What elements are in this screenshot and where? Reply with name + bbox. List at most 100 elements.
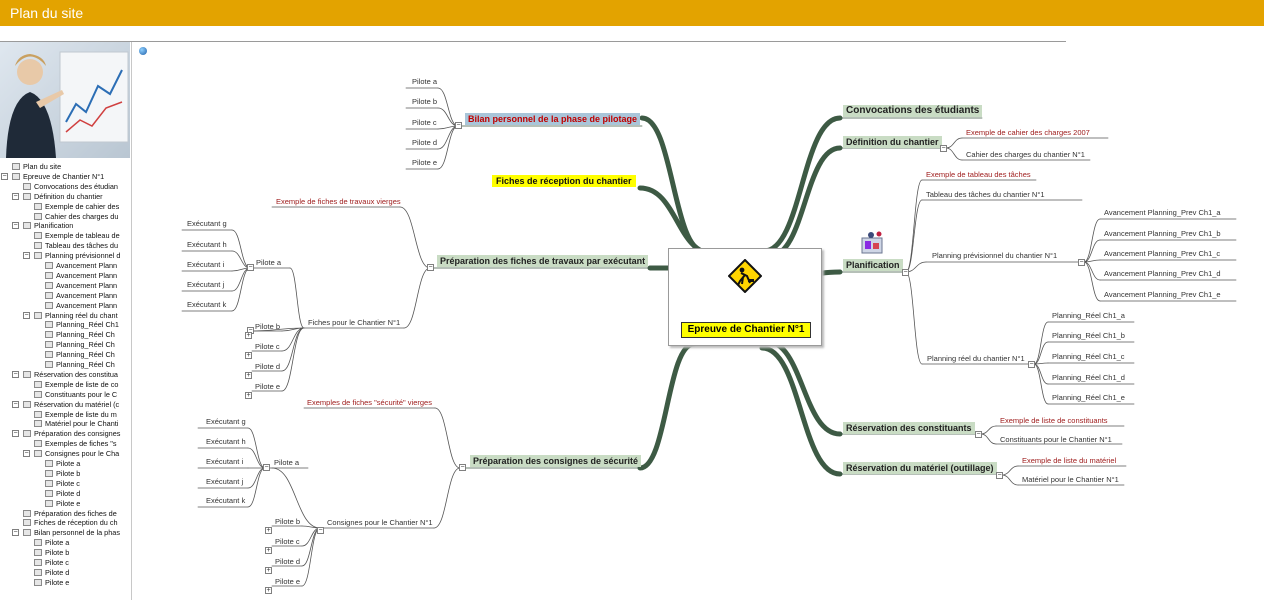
connector: [437, 87, 459, 127]
expand-icon[interactable]: +: [245, 332, 252, 339]
node-avancement[interactable]: Avancement Planning_Prev Ch1_b: [1104, 229, 1221, 239]
collapse-icon[interactable]: −: [247, 264, 254, 271]
node-constituants[interactable]: Réservation des constituants: [843, 422, 975, 434]
node-executant[interactable]: Exécutant g: [206, 417, 246, 427]
node-planning-reel-item[interactable]: Planning_Réel Ch1_a: [1052, 311, 1125, 321]
node-prep-consignes-example[interactable]: Exemples de fiches "sécurité" vierges: [307, 398, 432, 408]
node-prep-consignes-pilote[interactable]: Pilote e: [275, 577, 300, 587]
node-executant[interactable]: Exécutant j: [206, 477, 243, 487]
node-definition[interactable]: Définition du chantier: [843, 136, 942, 148]
connector: [231, 267, 251, 292]
node-prep-fiches-sub[interactable]: Fiches pour le Chantier N°1: [308, 318, 400, 328]
node-planning-reel[interactable]: Planning réel du chantier N°1: [927, 354, 1025, 364]
connector: [759, 345, 843, 477]
node-prep-fiches[interactable]: Préparation des fiches de travaux par ex…: [437, 255, 649, 267]
collapse-icon[interactable]: −: [940, 145, 947, 152]
node-avancement[interactable]: Avancement Planning_Prev Ch1_e: [1104, 290, 1221, 300]
node-prep-consignes-pilote[interactable]: Pilote d: [275, 557, 300, 567]
collapse-icon[interactable]: −: [1028, 361, 1035, 368]
node-constituants-example[interactable]: Exemple de liste de constituants: [1000, 416, 1108, 426]
connector: [247, 467, 266, 489]
node-executant[interactable]: Exécutant i: [187, 260, 224, 270]
node-definition-sub[interactable]: Cahier des charges du chantier N°1: [966, 150, 1085, 160]
node-prep-fiches-pilote[interactable]: Pilote e: [255, 382, 280, 392]
node-fiches-reception[interactable]: Fiches de réception du chantier: [492, 175, 636, 187]
connector: [945, 137, 963, 149]
node-planning-prev[interactable]: Planning prévisionnel du chantier N°1: [932, 251, 1057, 261]
collapse-icon[interactable]: −: [902, 269, 909, 276]
node-avancement[interactable]: Avancement Planning_Prev Ch1_d: [1104, 269, 1221, 279]
node-executant[interactable]: Exécutant i: [206, 457, 243, 467]
node-planning-reel-item[interactable]: Planning_Réel Ch1_c: [1052, 352, 1125, 362]
node-prep-fiches-pilote-a[interactable]: Pilote a: [256, 258, 281, 268]
node-executant[interactable]: Exécutant j: [187, 280, 224, 290]
node-prep-consignes[interactable]: Préparation des consignes de sécurité: [470, 455, 642, 467]
expand-icon[interactable]: +: [265, 527, 272, 534]
collapse-icon[interactable]: −: [455, 122, 462, 129]
node-bilan-pilote[interactable]: Pilote e: [412, 158, 437, 168]
node-materiel[interactable]: Réservation du matériel (outillage): [843, 462, 997, 474]
collapse-icon[interactable]: −: [317, 527, 324, 534]
node-avancement[interactable]: Avancement Planning_Prev Ch1_c: [1104, 249, 1220, 259]
node-avancement[interactable]: Avancement Planning_Prev Ch1_a: [1104, 208, 1221, 218]
node-bilan-pilote[interactable]: Pilote b: [412, 97, 437, 107]
connector: [437, 125, 459, 170]
node-executant[interactable]: Exécutant h: [187, 240, 227, 250]
node-planning-reel-item[interactable]: Planning_Réel Ch1_e: [1052, 393, 1125, 403]
node-prep-fiches-pilote[interactable]: Pilote c: [255, 342, 280, 352]
connector: [980, 433, 997, 445]
collapse-icon[interactable]: −: [427, 264, 434, 271]
node-prep-fiches-example[interactable]: Exemple de fiches de travaux vierges: [276, 197, 401, 207]
expand-icon[interactable]: +: [265, 567, 272, 574]
node-bilan-pilote[interactable]: Pilote a: [412, 77, 437, 87]
node-executant[interactable]: Exécutant k: [206, 496, 245, 506]
node-prep-consignes-pilote[interactable]: Pilote c: [275, 537, 300, 547]
node-materiel-example[interactable]: Exemple de liste du matériel: [1022, 456, 1116, 466]
center-node-title[interactable]: Epreuve de Chantier N°1: [681, 322, 811, 338]
node-planification-example[interactable]: Exemple de tableau des tâches: [926, 170, 1031, 180]
connector: [905, 271, 923, 365]
node-prep-consignes-pilote-a[interactable]: Pilote a: [274, 458, 299, 468]
connector: [403, 267, 431, 329]
connector: [281, 327, 305, 372]
connector: [434, 407, 461, 469]
node-planning-reel-item[interactable]: Planning_Réel Ch1_d: [1052, 373, 1125, 383]
node-convocations[interactable]: Convocations des étudiants: [843, 105, 983, 117]
node-prep-fiches-pilote[interactable]: Pilote b: [255, 322, 280, 332]
connector: [1033, 363, 1049, 405]
collapse-icon[interactable]: −: [975, 431, 982, 438]
node-prep-consignes-pilote[interactable]: Pilote b: [275, 517, 300, 527]
node-planning-reel-item[interactable]: Planning_Réel Ch1_b: [1052, 331, 1125, 341]
node-bilan-pilote[interactable]: Pilote d: [412, 138, 437, 148]
connector: [1083, 261, 1101, 281]
node-planification-tableau[interactable]: Tableau des tâches du chantier N°1: [926, 190, 1045, 200]
node-planification[interactable]: Planification: [843, 259, 903, 271]
connector: [1083, 239, 1101, 263]
connector: [905, 199, 923, 273]
node-executant[interactable]: Exécutant k: [187, 300, 226, 310]
collapse-icon[interactable]: −: [1078, 259, 1085, 266]
expand-icon[interactable]: +: [245, 352, 252, 359]
node-bilan[interactable]: Bilan personnel de la phase de pilotage: [465, 113, 641, 125]
node-constituants-sub[interactable]: Constituants pour le Chantier N°1: [1000, 435, 1112, 445]
node-executant[interactable]: Exécutant g: [187, 219, 227, 229]
node-bilan-pilote[interactable]: Pilote c: [412, 118, 437, 128]
node-executant[interactable]: Exécutant h: [206, 437, 246, 447]
node-definition-example[interactable]: Exemple de cahier des charges 2007: [966, 128, 1090, 138]
connector: [399, 206, 431, 269]
expand-icon[interactable]: +: [265, 587, 272, 594]
collapse-icon[interactable]: −: [263, 464, 270, 471]
connector: [1033, 363, 1049, 385]
expand-icon[interactable]: +: [245, 372, 252, 379]
expand-icon[interactable]: +: [245, 392, 252, 399]
connector: [1001, 474, 1019, 486]
expand-icon[interactable]: +: [265, 547, 272, 554]
node-materiel-sub[interactable]: Matériel pour le Chantier N°1: [1022, 475, 1119, 485]
collapse-icon[interactable]: −: [459, 464, 466, 471]
construction-worker-icon: [727, 258, 763, 294]
planification-icon: [859, 230, 887, 256]
collapse-icon[interactable]: −: [996, 472, 1003, 479]
node-prep-consignes-sub[interactable]: Consignes pour le Chantier N°1: [327, 518, 433, 528]
node-prep-fiches-pilote[interactable]: Pilote d: [255, 362, 280, 372]
connector: [289, 267, 305, 329]
